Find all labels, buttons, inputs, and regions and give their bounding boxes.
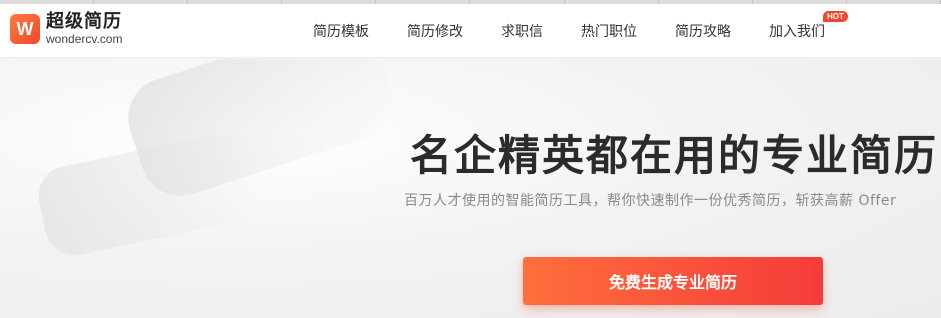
nav-item-hot-jobs[interactable]: 热门职位 <box>581 21 637 41</box>
nav-item-join-us[interactable]: 加入我们 HOT <box>769 11 848 41</box>
hero-subtitle: 百万人才使用的智能简历工具，帮你快速制作一份优秀简历，斩获高薪 Offer <box>404 193 897 209</box>
logo-text: 超级简历 wondercv.com <box>46 11 123 47</box>
nav-item-join-us-label: 加入我们 <box>769 24 825 40</box>
site-logo[interactable]: W 超级简历 wondercv.com <box>10 12 122 46</box>
logo-icon: W <box>10 14 40 44</box>
hero-background-shape <box>33 127 267 261</box>
create-resume-button[interactable]: 免费生成专业简历 <box>523 257 823 305</box>
hot-badge: HOT <box>823 11 848 22</box>
hero-title: 名企精英都在用的专业简历 <box>410 131 939 180</box>
page: W 超级简历 wondercv.com 简历模板 简历修改 求职信 热门职位 简… <box>0 0 941 318</box>
site-header: W 超级简历 wondercv.com 简历模板 简历修改 求职信 热门职位 简… <box>0 4 941 58</box>
brand-name: 超级简历 <box>46 11 122 32</box>
nav-item-resume-edit[interactable]: 简历修改 <box>407 21 463 41</box>
nav-item-resume-guide[interactable]: 简历攻略 <box>675 21 731 41</box>
nav-item-resume-templates[interactable]: 简历模板 <box>313 21 369 41</box>
brand-domain: wondercv.com <box>46 32 123 46</box>
hero-section: 名企精英都在用的专业简历 百万人才使用的智能简历工具，帮你快速制作一份优秀简历，… <box>0 59 941 318</box>
main-nav: 简历模板 简历修改 求职信 热门职位 简历攻略 加入我们 HOT <box>313 4 848 58</box>
nav-item-cover-letter[interactable]: 求职信 <box>501 21 543 41</box>
